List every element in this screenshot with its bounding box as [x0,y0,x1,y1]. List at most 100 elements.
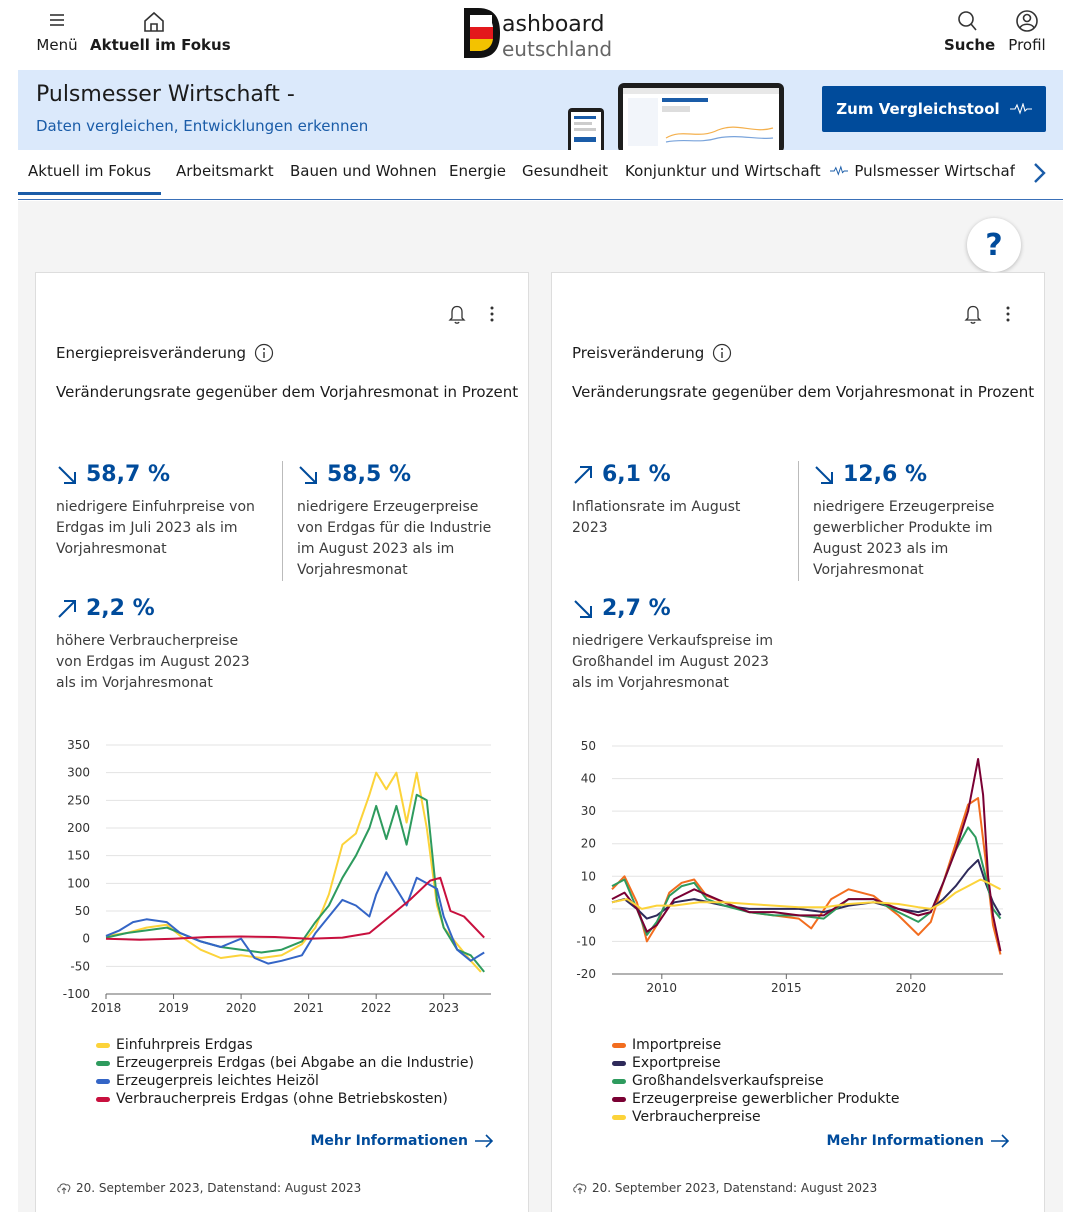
banner-title: Pulsmesser Wirtschaft - [36,82,295,107]
series-line [611,758,1002,952]
data-status: 20. September 2023, Datenstand: August 2… [572,1181,877,1195]
legend-label: Verbraucherpreise [632,1109,761,1125]
legend-item[interactable]: Einfuhrpreis Erdgas [96,1036,474,1054]
tab-pulsmesser-label: Pulsmesser Wirtschaf [854,162,1015,180]
kpi-value-text: 6,1 % [602,462,671,487]
arrow-up-right-icon [574,466,592,484]
tab-konjunktur-und-wirtschaft[interactable]: Konjunktur und Wirtschaft [625,162,821,180]
y-tick-label: 40 [581,772,596,786]
more-info-link[interactable]: Mehr Informationen [826,1133,1010,1149]
more-info-label: Mehr Informationen [826,1133,984,1149]
info-icon[interactable] [254,343,274,363]
series-line [105,871,485,965]
logo-text-bottom: eutschland [502,37,613,61]
kpi-value-text: 2,2 % [86,596,155,621]
more-options-icon[interactable] [998,303,1018,325]
y-tick-label: 30 [581,804,596,818]
top-bar: Menü Aktuell im Fokus ashboard eutschlan… [0,0,1074,70]
kpi-block: 2,7 % niedrigere Verkaufspreise im Großha… [572,595,792,694]
bell-icon[interactable] [963,303,983,325]
pulse-icon [830,165,849,176]
help-button[interactable]: ? [967,218,1021,272]
legend-label: Importpreise [632,1037,722,1053]
kpi-block: 2,2 % höhere Verbraucherpreise von Erdgas… [56,595,266,694]
y-tick-label: -50 [70,959,90,973]
legend-label: Exportpreise [632,1055,721,1071]
devices-illustration [568,83,784,150]
x-tick-label: 2015 [771,981,802,995]
topic-navigation: Aktuell im Fokus Arbeitsmarkt Bauen und … [18,150,1063,200]
menu-button[interactable]: Menü [35,8,79,54]
x-tick-label: 2019 [158,1001,189,1015]
kpi-description: niedrigere Verkaufspreise im Großhandel … [572,633,774,691]
search-button[interactable]: Suche [944,8,995,54]
tab-arbeitsmarkt[interactable]: Arbeitsmarkt [176,162,274,180]
legend-item[interactable]: Exportpreise [612,1054,899,1072]
tab-gesundheit[interactable]: Gesundheit [522,162,608,180]
legend-item[interactable]: Erzeugerpreise gewerblicher Produkte [612,1090,899,1108]
more-options-icon[interactable] [482,303,502,325]
kpi-value: 58,7 % [56,461,256,489]
kpi-value-text: 58,7 % [86,462,170,487]
y-tick-label: 100 [67,876,90,890]
home-icon [144,11,164,32]
y-tick-label: -10 [576,934,596,948]
kpi-block: 58,5 % niedrigere Erzeugerpreise von Erdg… [282,461,496,581]
y-tick-label: 150 [67,849,90,863]
arrow-down-right-icon [58,466,76,484]
tab-pulsmesser-wirtschaft[interactable]: Pulsmesser Wirtschaf [830,162,1015,180]
series-line [105,876,485,941]
card-title-text: Preisveränderung [572,344,705,362]
arrow-down-right-icon [815,466,833,484]
pulsmesser-banner: Pulsmesser Wirtschaft - Daten vergleiche… [18,70,1063,150]
legend-label: Verbraucherpreis Erdgas (ohne Betriebsko… [116,1091,448,1107]
x-tick-label: 2010 [647,981,678,995]
info-icon[interactable] [712,343,732,363]
y-tick-label: 200 [67,821,90,835]
legend-item[interactable]: Verbraucherpreise [612,1108,899,1126]
arrow-down-right-icon [299,466,317,484]
x-tick-label: 2022 [361,1001,392,1015]
y-tick-label: -20 [576,967,596,981]
kpi-description: niedrigere Erzeugerpreise von Erdgas für… [297,499,492,578]
tab-energie[interactable]: Energie [449,162,506,180]
kpi-description: niedrigere Einfuhrpreise von Erdgas im J… [56,499,255,557]
data-status-text: 20. September 2023, Datenstand: August 2… [76,1181,362,1195]
legend-item[interactable]: Verbraucherpreis Erdgas (ohne Betriebsko… [96,1090,474,1108]
arrow-right-icon [475,1134,494,1148]
y-tick-label: 10 [581,869,596,883]
kpi-block: 12,6 % niedrigere Erzeugerpreise gewerbli… [798,461,1012,581]
x-tick-label: 2020 [896,981,927,995]
series-line [611,859,1002,920]
y-tick-label: 50 [581,739,596,753]
chevron-right-icon[interactable] [1029,160,1049,186]
legend-swatch [612,1078,626,1084]
legend-swatch [96,1060,110,1066]
legend-item[interactable]: Erzeugerpreis leichtes Heizöl [96,1072,474,1090]
bell-icon[interactable] [447,303,467,325]
search-icon [958,11,977,31]
pulse-icon [1009,103,1032,115]
more-info-link[interactable]: Mehr Informationen [310,1133,494,1149]
hamburger-icon [50,14,64,26]
legend-item[interactable]: Erzeugerpreis Erdgas (bei Abgabe an die … [96,1054,474,1072]
compare-tool-button[interactable]: Zum Vergleichstool [822,86,1046,132]
logo-d-icon [464,8,500,58]
data-status: 20. September 2023, Datenstand: August 2… [56,1181,361,1195]
legend-item[interactable]: Großhandelsverkaufspreise [612,1072,899,1090]
kpi-value: 2,7 % [572,595,792,623]
legend-item[interactable]: Importpreise [612,1036,899,1054]
tab-bauen-und-wohnen[interactable]: Bauen und Wohnen [290,162,437,180]
legend-label: Erzeugerpreise gewerblicher Produkte [632,1091,900,1107]
profile-button[interactable]: Profil [1004,8,1050,54]
kpi-value: 2,2 % [56,595,266,623]
kpi-value-text: 58,5 % [327,462,411,487]
legend-swatch [612,1042,626,1048]
chart-legend: Einfuhrpreis Erdgas Erzeugerpreis Erdgas … [96,1036,474,1108]
tab-aktuell-im-fokus[interactable]: Aktuell im Fokus [18,162,162,195]
menu-label: Menü [36,36,78,54]
kpi-value-text: 2,7 % [602,596,671,621]
x-tick-label: 2020 [226,1001,257,1015]
dashboard-logo[interactable]: ashboard eutschland [462,6,632,62]
focus-button[interactable]: Aktuell im Fokus [90,8,231,54]
